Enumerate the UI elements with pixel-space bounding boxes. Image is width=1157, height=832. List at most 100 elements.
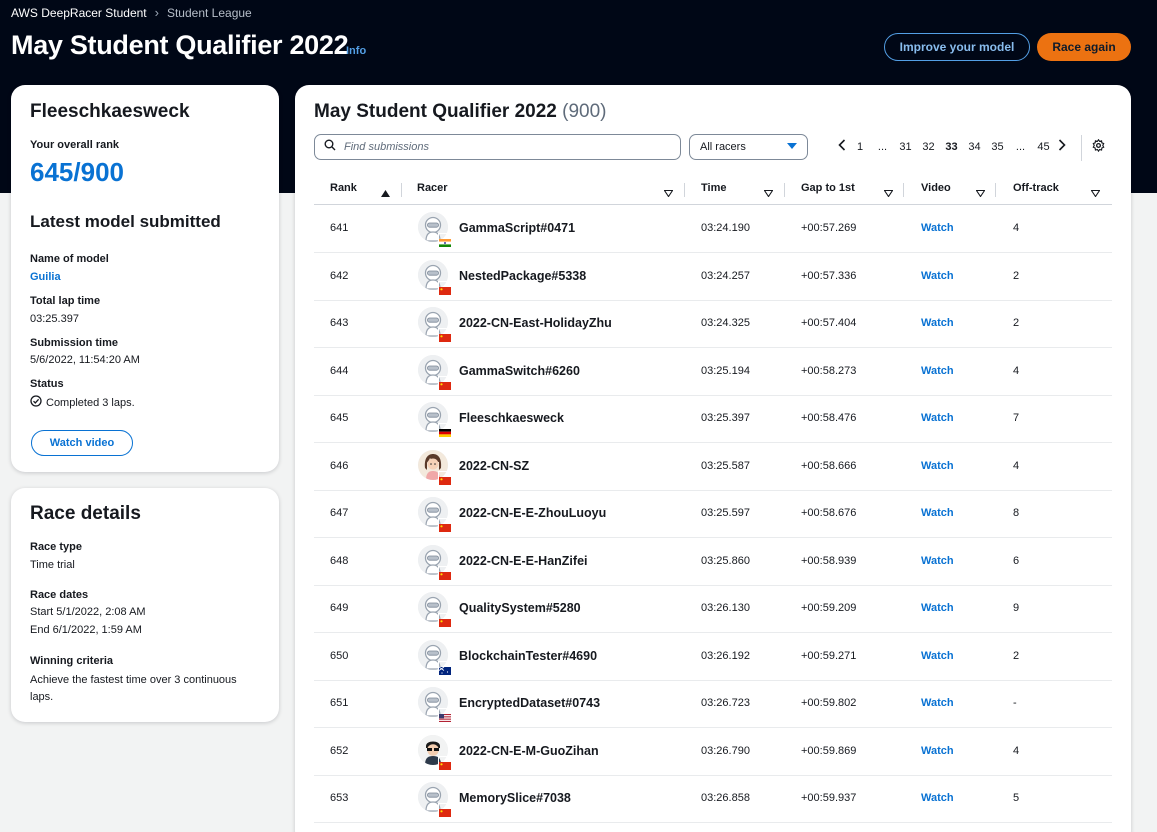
racer-avatar (418, 259, 451, 295)
germany-flag-icon (438, 423, 451, 437)
column-header-gap[interactable]: Gap to 1st (801, 182, 855, 194)
racer-name: NestedPackage#5338 (459, 268, 587, 283)
watch-link[interactable]: Watch (921, 365, 954, 377)
rank-cell: 651 (330, 697, 349, 709)
sort-down-icon[interactable] (1090, 184, 1101, 202)
column-header-racer[interactable]: Racer (417, 182, 448, 194)
info-link[interactable]: Info (346, 45, 366, 57)
rank-cell: 648 (330, 554, 349, 567)
racer-avatar (418, 782, 451, 817)
racer-avatar (418, 497, 451, 532)
watch-link[interactable]: Watch (921, 555, 954, 567)
time-cell: 03:26.723 (701, 697, 750, 709)
sort-down-icon[interactable] (763, 184, 774, 202)
rank-cell: 641 (330, 222, 349, 234)
watch-video-button[interactable]: Watch video (31, 430, 133, 456)
usa-flag-icon (438, 708, 451, 722)
watch-link[interactable]: Watch (921, 460, 954, 472)
breadcrumb-home-link[interactable]: AWS DeepRacer Student (11, 6, 147, 20)
table-row: 648 2022-CN-E-E-HanZifei 03:25.860 +00:58.9… (314, 538, 1112, 586)
watch-link[interactable]: Watch (921, 270, 954, 282)
rank-cell: 647 (330, 507, 349, 519)
racer-avatar (418, 402, 451, 437)
china-flag-icon (438, 803, 451, 817)
check-circle-icon (30, 395, 42, 410)
race-again-button[interactable]: Race again (1037, 33, 1131, 61)
table-row: 642 NestedPackage#5338 03:24.257 +00:57.336… (314, 253, 1112, 301)
submission-time-label: Submission time (30, 337, 119, 349)
watch-link[interactable]: Watch (921, 792, 954, 804)
sort-down-icon[interactable] (975, 184, 986, 202)
page-link[interactable]: 45 (1032, 141, 1055, 153)
watch-link[interactable]: Watch (921, 650, 954, 662)
watch-link[interactable]: Watch (921, 317, 954, 329)
china-flag-icon (438, 755, 451, 770)
page-link[interactable]: 1 (849, 141, 871, 153)
racer-avatar (418, 354, 451, 390)
gear-icon[interactable] (1092, 138, 1105, 157)
toolbar-divider (1081, 135, 1082, 161)
table-row: 641 GammaScript#0471 03:24.190 +00:57.269 Wa… (314, 205, 1112, 253)
china-flag-icon (438, 565, 451, 580)
page-link[interactable]: 32 (917, 141, 940, 153)
watch-link[interactable]: Watch (921, 507, 954, 519)
chevron-right-icon: › (154, 5, 159, 20)
gap-cell: +00:57.269 (801, 222, 857, 234)
leaderboard-title-text: May Student Qualifier 2022 (314, 101, 557, 122)
sort-ascending-icon[interactable] (381, 184, 390, 202)
search-input[interactable]: Find submissions (314, 134, 681, 160)
racer-name: Fleeschkaesweck (459, 411, 564, 425)
rank-cell: 653 (330, 792, 349, 804)
model-name-label: Name of model (30, 253, 109, 265)
status-value: Completed 3 laps. (30, 395, 135, 410)
model-name-link[interactable]: Guilia (30, 271, 61, 283)
racer-avatar (418, 687, 451, 722)
rank-cell: 642 (330, 269, 349, 282)
racer-name: GammaSwitch#6260 (459, 363, 580, 378)
racer-filter-select[interactable]: All racers (689, 134, 808, 160)
race-type-label: Race type (30, 541, 82, 553)
column-header-time[interactable]: Time (701, 182, 726, 194)
sort-down-icon[interactable] (883, 184, 894, 202)
rank-label: Your overall rank (30, 139, 120, 151)
page-link[interactable]: 33 (940, 141, 963, 153)
page-link[interactable]: 35 (986, 141, 1009, 153)
time-cell: 03:25.597 (701, 507, 750, 519)
watch-link[interactable]: Watch (921, 745, 954, 757)
page-link[interactable]: 31 (894, 141, 917, 153)
improve-model-button[interactable]: Improve your model (884, 33, 1030, 61)
status-text: Completed 3 laps. (46, 396, 135, 409)
breadcrumb: AWS DeepRacer Student › Student League (11, 5, 252, 20)
column-header-video[interactable]: Video (921, 182, 951, 194)
offtrack-cell: 4 (1013, 744, 1020, 757)
column-divider (784, 183, 785, 197)
chevron-left-icon[interactable] (835, 139, 849, 154)
breadcrumb-current: Student League (166, 5, 252, 20)
offtrack-cell: 6 (1013, 554, 1020, 567)
table-row: 650 BlockchainTester#4690 03:26.192 +00:59.… (314, 633, 1112, 681)
column-divider (401, 183, 402, 197)
racer-avatar (418, 449, 451, 485)
rank-cell: 644 (330, 364, 349, 377)
sort-down-icon[interactable] (663, 184, 674, 202)
winning-criteria-value: Achieve the fastest time over 3 continuo… (30, 674, 237, 703)
column-header-offtrack[interactable]: Off-track (1013, 182, 1059, 194)
watch-link[interactable]: Watch (921, 222, 954, 234)
offtrack-cell: 9 (1013, 602, 1020, 614)
table-row: 653 MemorySlice#7038 03:26.858 +00:59.937 Wa… (314, 775, 1112, 823)
gap-cell: +00:57.336 (801, 269, 857, 282)
china-flag-icon (438, 328, 451, 342)
column-header-rank[interactable]: Rank (330, 182, 357, 194)
china-flag-icon (438, 470, 451, 485)
latest-model-heading: Latest model submitted (30, 212, 221, 231)
status-label: Status (30, 378, 64, 390)
chevron-right-icon[interactable] (1055, 139, 1069, 154)
page-link[interactable]: 34 (963, 141, 986, 153)
rank-cell: 650 (330, 649, 349, 662)
watch-link[interactable]: Watch (921, 697, 954, 709)
table-row: 652 2022-CN-E-M-GuoZihan 03:26.790 +00:59.8… (314, 728, 1112, 776)
watch-link[interactable]: Watch (921, 412, 954, 424)
rank-cell: 646 (330, 459, 349, 472)
watch-link[interactable]: Watch (921, 602, 954, 614)
search-placeholder: Find submissions (344, 141, 429, 153)
